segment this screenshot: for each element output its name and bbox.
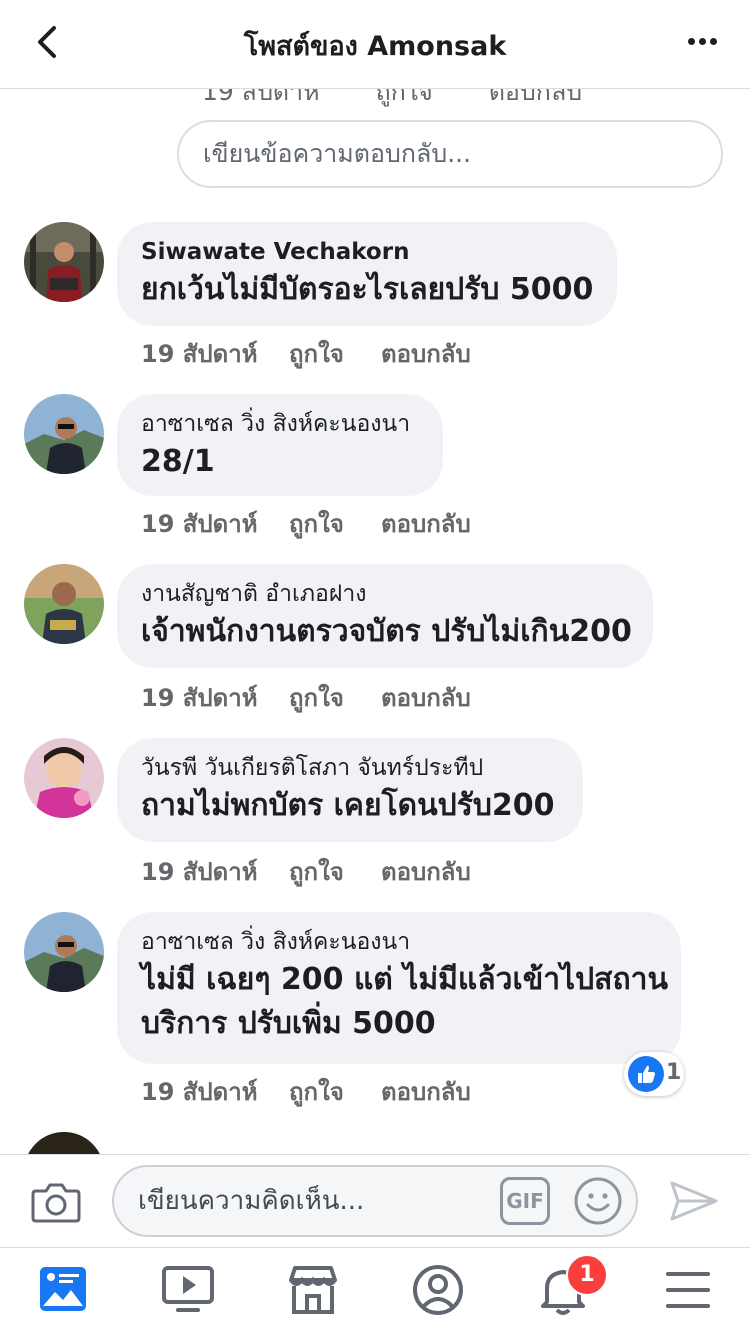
- like-link[interactable]: ถูกใจ: [289, 852, 381, 891]
- comment-time: 19 สัปดาห์: [141, 858, 258, 886]
- avatar[interactable]: [24, 394, 104, 474]
- tab-watch[interactable]: [158, 1262, 218, 1318]
- top-navigation-bar: โพสต์ของ Amonsak: [0, 0, 750, 89]
- like-reaction-icon: [628, 1056, 664, 1092]
- reaction-summary[interactable]: 1: [624, 1052, 684, 1096]
- comment-time: 19 สัปดาห์: [202, 88, 320, 106]
- comment-input[interactable]: เขียนความคิดเห็น...: [112, 1165, 638, 1237]
- like-link[interactable]: ถูกใจ: [289, 1072, 381, 1111]
- comment-text: เจ้าพนักงานตรวจบัตร ปรับไม่เกิน200: [141, 614, 632, 649]
- marketplace-icon: [289, 1266, 337, 1314]
- reply-input[interactable]: เขียนข้อความตอบกลับ...: [177, 120, 723, 188]
- comment-composer: เขียนความคิดเห็น... GIF: [0, 1154, 750, 1248]
- send-button[interactable]: [668, 1179, 720, 1223]
- comment-actions: 19 สัปดาห์ ถูกใจ ตอบกลับ: [141, 678, 471, 717]
- reply-link[interactable]: ตอบกลับ: [381, 852, 471, 891]
- reply-link[interactable]: ตอบกลับ: [381, 504, 471, 543]
- like-link[interactable]: ถูกใจ: [289, 678, 381, 717]
- comment-text: 28/1: [141, 444, 215, 479]
- gif-button[interactable]: GIF: [500, 1177, 550, 1225]
- comment-actions: 19 สัปดาห์ ถูกใจ ตอบกลับ: [141, 504, 471, 543]
- camera-button[interactable]: [30, 1177, 82, 1225]
- emoji-button[interactable]: [572, 1175, 624, 1227]
- comment-author[interactable]: วันรพี วันเกียรติโสภา จันทร์ประทีป: [141, 752, 559, 784]
- avatar[interactable]: [24, 564, 104, 644]
- watch-icon: [162, 1266, 214, 1312]
- notification-badge: 1: [566, 1254, 608, 1296]
- like-link[interactable]: ถูกใจ: [289, 334, 381, 373]
- reply-link[interactable]: ตอบกลับ: [381, 334, 471, 373]
- avatar[interactable]: [24, 738, 104, 818]
- reaction-count: 1: [666, 1060, 682, 1085]
- camera-icon: [31, 1183, 81, 1223]
- comment-author[interactable]: งานสัญชาติ อำเภอฝาง: [141, 578, 629, 610]
- tab-profile[interactable]: [408, 1262, 468, 1318]
- comment-author[interactable]: อาซาเซล วิ่ง สิงห์คะนองนา: [141, 408, 419, 440]
- smile-icon: [574, 1177, 622, 1225]
- avatar[interactable]: [24, 222, 104, 302]
- bottom-tab-bar: [0, 1246, 750, 1334]
- avatar[interactable]: [24, 912, 104, 992]
- tab-news-feed[interactable]: [33, 1262, 93, 1318]
- comment-actions: 19 สัปดาห์ ถูกใจ ตอบกลับ: [141, 334, 471, 373]
- comment-bubble: อาซาเซล วิ่ง สิงห์คะนองนา 28/1: [117, 394, 443, 496]
- comment-bubble: วันรพี วันเกียรติโสภา จันทร์ประทีป ถามไม…: [117, 738, 583, 842]
- comment-actions: 19 สัปดาห์ ถูกใจ ตอบกลับ: [141, 1072, 471, 1111]
- comment-text: ถามไม่พกบัตร เคยโดนปรับ200: [141, 788, 555, 823]
- comment-bubble: งานสัญชาติ อำเภอฝาง เจ้าพนักงานตรวจบัตร …: [117, 564, 653, 668]
- comment-time: 19 สัปดาห์: [141, 684, 258, 712]
- tab-marketplace[interactable]: [283, 1262, 343, 1318]
- profile-icon: [413, 1265, 463, 1315]
- more-options-button[interactable]: [680, 22, 724, 62]
- comment-time: 19 สัปดาห์: [141, 1078, 258, 1106]
- comments-thread: 19 สัปดาห์ ถูกใจ ตอบกลับ เขียนข้อความตอบ…: [0, 88, 750, 1154]
- menu-icon: [666, 1272, 710, 1308]
- previous-comment-actions: 19 สัปดาห์ ถูกใจ ตอบกลับ: [202, 88, 630, 112]
- tab-menu[interactable]: [658, 1262, 718, 1318]
- reply-link[interactable]: ตอบกลับ: [489, 88, 582, 106]
- comment-author[interactable]: อาซาเซล วิ่ง สิงห์คะนองนา: [141, 926, 657, 958]
- page-title: โพสต์ของ Amonsak: [243, 31, 507, 62]
- comment-time: 19 สัปดาห์: [141, 340, 258, 368]
- like-link[interactable]: ถูกใจ: [376, 88, 433, 106]
- news-feed-icon: [40, 1267, 86, 1311]
- comment-bubble: Siwawate Vechakorn ยกเว้นไม่มีบัตรอะไรเล…: [117, 222, 617, 326]
- comment-actions: 19 สัปดาห์ ถูกใจ ตอบกลับ: [141, 852, 471, 891]
- avatar[interactable]: [24, 1132, 104, 1154]
- comment-text-line: ไม่มี เฉยๆ 200 แต่ ไม่มีแล้วเข้าไปสถาน: [141, 962, 669, 997]
- like-link[interactable]: ถูกใจ: [289, 504, 381, 543]
- comment-time: 19 สัปดาห์: [141, 510, 258, 538]
- comment-author[interactable]: Siwawate Vechakorn: [141, 236, 593, 268]
- send-icon: [670, 1181, 718, 1221]
- comment-text: ยกเว้นไม่มีบัตรอะไรเลยปรับ 5000: [141, 272, 594, 307]
- reply-link[interactable]: ตอบกลับ: [381, 1072, 471, 1111]
- comment-text-line: บริการ ปรับเพิ่ม 5000: [141, 1006, 436, 1041]
- comment-bubble: อาซาเซล วิ่ง สิงห์คะนองนา ไม่มี เฉยๆ 200…: [117, 912, 681, 1064]
- reply-link[interactable]: ตอบกลับ: [381, 678, 471, 717]
